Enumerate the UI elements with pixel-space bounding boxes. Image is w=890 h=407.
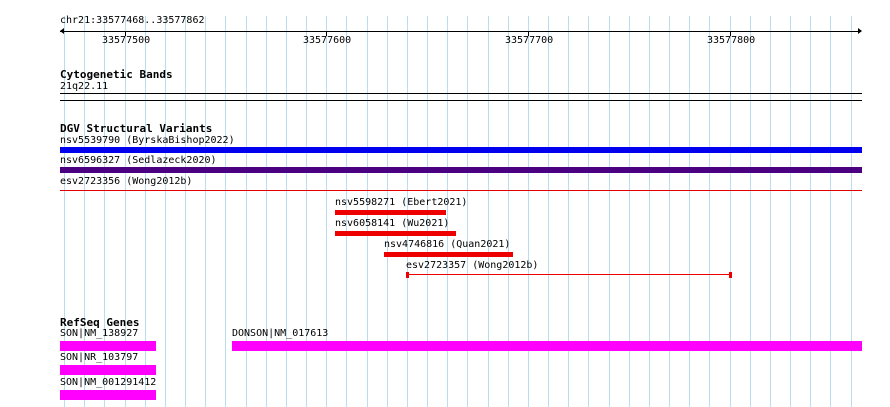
dgv-feature-label: esv2723356 (Wong2012b) (60, 176, 193, 187)
cytoband-track-title: Cytogenetic Bands (60, 68, 173, 81)
gene-label: SON|NM_001291412 (60, 377, 157, 388)
grid-line (205, 16, 206, 407)
dgv-feature-bar[interactable] (729, 272, 732, 278)
grid-line (225, 16, 226, 407)
dgv-feature-bar[interactable] (406, 274, 732, 275)
dgv-feature-bar[interactable] (335, 231, 456, 236)
gene-label: SON|NM_138927 (60, 328, 139, 339)
dgv-feature-label: nsv5598271 (Ebert2021) (335, 197, 468, 208)
cytoband-label: 21q22.11 (60, 81, 109, 92)
dgv-track-title: DGV Structural Variants (60, 122, 213, 135)
cytoband-bottom-line (60, 100, 862, 101)
dgv-feature-label: nsv5539790 (ByrskaBishop2022) (60, 135, 235, 146)
dgv-feature-bar[interactable] (60, 190, 862, 191)
dgv-feature-label: nsv4746816 (Quan2021) (384, 239, 511, 250)
gene-bar[interactable] (232, 341, 862, 351)
gene-bar[interactable] (60, 365, 156, 375)
cytoband-top-line (60, 93, 862, 94)
dgv-feature-bar[interactable] (335, 210, 446, 215)
gene-label: SON|NR_103797 (60, 352, 139, 363)
ruler-tick-label: 33577500 (102, 35, 151, 46)
dgv-feature-bar[interactable] (60, 147, 862, 153)
gene-bar[interactable] (60, 390, 156, 400)
ruler-right-arrow (858, 28, 862, 34)
ruler-tick-label: 33577600 (303, 35, 352, 46)
dgv-feature-bar[interactable] (384, 252, 513, 257)
grid-line (185, 16, 186, 407)
dgv-feature-label: nsv6596327 (Sedlazeck2020) (60, 155, 217, 166)
ruler-tick-label: 33577800 (707, 35, 756, 46)
dgv-feature-bar[interactable] (60, 167, 862, 173)
dgv-feature-label: nsv6058141 (Wu2021) (335, 218, 450, 229)
ruler-tick-label: 33577700 (505, 35, 554, 46)
gene-bar[interactable] (60, 341, 156, 351)
dgv-feature-label: esv2723357 (Wong2012b) (406, 260, 539, 271)
region-label: chr21:33577468..33577862 (60, 15, 205, 26)
ruler-axis (60, 31, 861, 32)
dgv-feature-bar[interactable] (406, 272, 409, 278)
gene-label: DONSON|NM_017613 (232, 328, 329, 339)
